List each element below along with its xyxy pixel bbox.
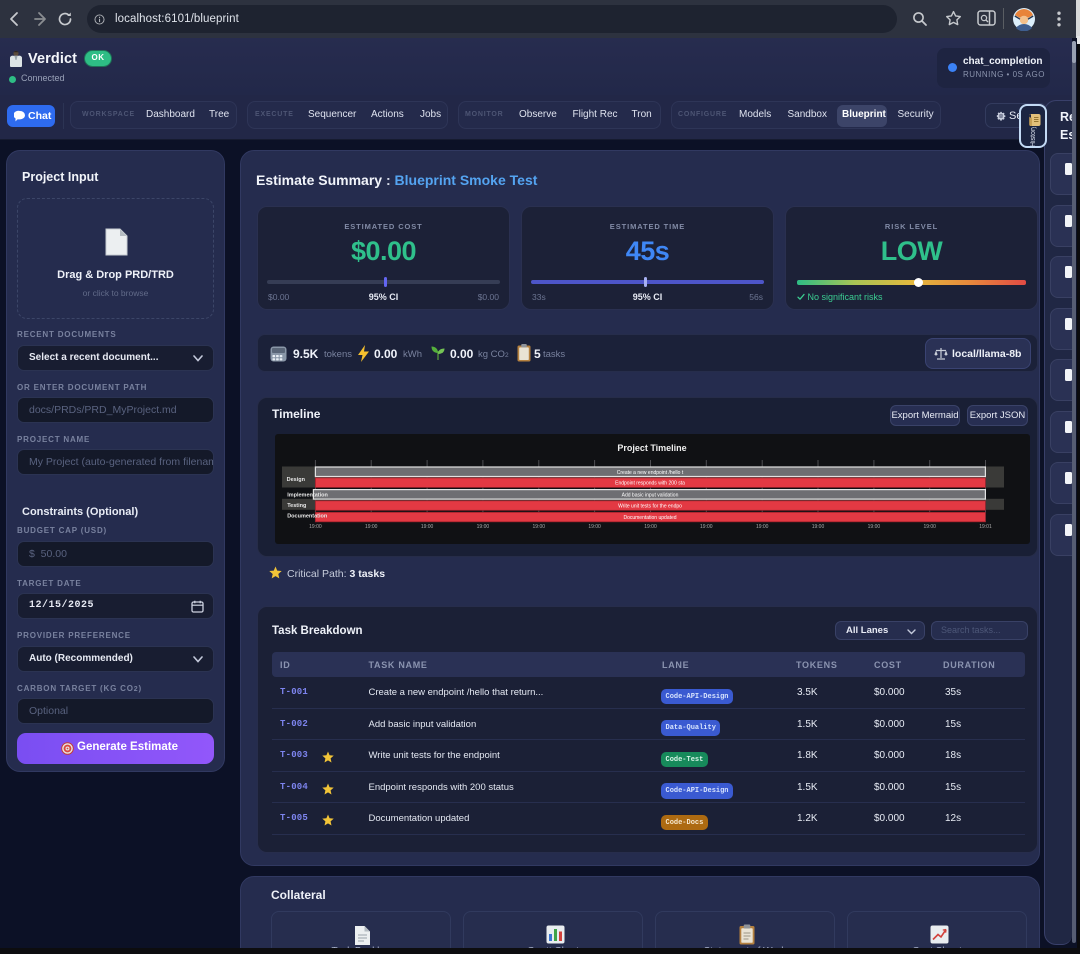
- svg-text:19:00: 19:00: [812, 524, 825, 530]
- svg-text:19:00: 19:00: [365, 524, 378, 530]
- svg-text:Project Timeline: Project Timeline: [617, 443, 686, 453]
- svg-text:19:00: 19:00: [477, 524, 490, 530]
- svg-text:Add basic input validation: Add basic input validation: [622, 492, 679, 498]
- svg-text:19:00: 19:00: [923, 524, 936, 530]
- svg-text:19:00: 19:00: [644, 524, 657, 530]
- svg-text:19:00: 19:00: [421, 524, 434, 530]
- svg-text:Design: Design: [287, 477, 306, 483]
- svg-text:Testing: Testing: [287, 503, 306, 509]
- svg-text:Documentation: Documentation: [287, 513, 328, 519]
- svg-text:19:00: 19:00: [309, 524, 322, 530]
- svg-text:19:00: 19:00: [868, 524, 881, 530]
- svg-text:19:00: 19:00: [533, 524, 546, 530]
- svg-text:Create a new endpoint /hello t: Create a new endpoint /hello t: [617, 470, 684, 476]
- svg-text:19:00: 19:00: [756, 524, 769, 530]
- svg-text:Implementation: Implementation: [287, 493, 328, 499]
- svg-text:19:00: 19:00: [700, 524, 713, 530]
- svg-text:Documentation updated: Documentation updated: [623, 515, 676, 521]
- svg-text:Endpoint responds with 200 sta: Endpoint responds with 200 sta: [615, 481, 685, 487]
- svg-text:19:00: 19:00: [588, 524, 601, 530]
- svg-text:Write unit tests for the endpo: Write unit tests for the endpo: [618, 504, 682, 510]
- svg-text:19:01: 19:01: [979, 524, 992, 530]
